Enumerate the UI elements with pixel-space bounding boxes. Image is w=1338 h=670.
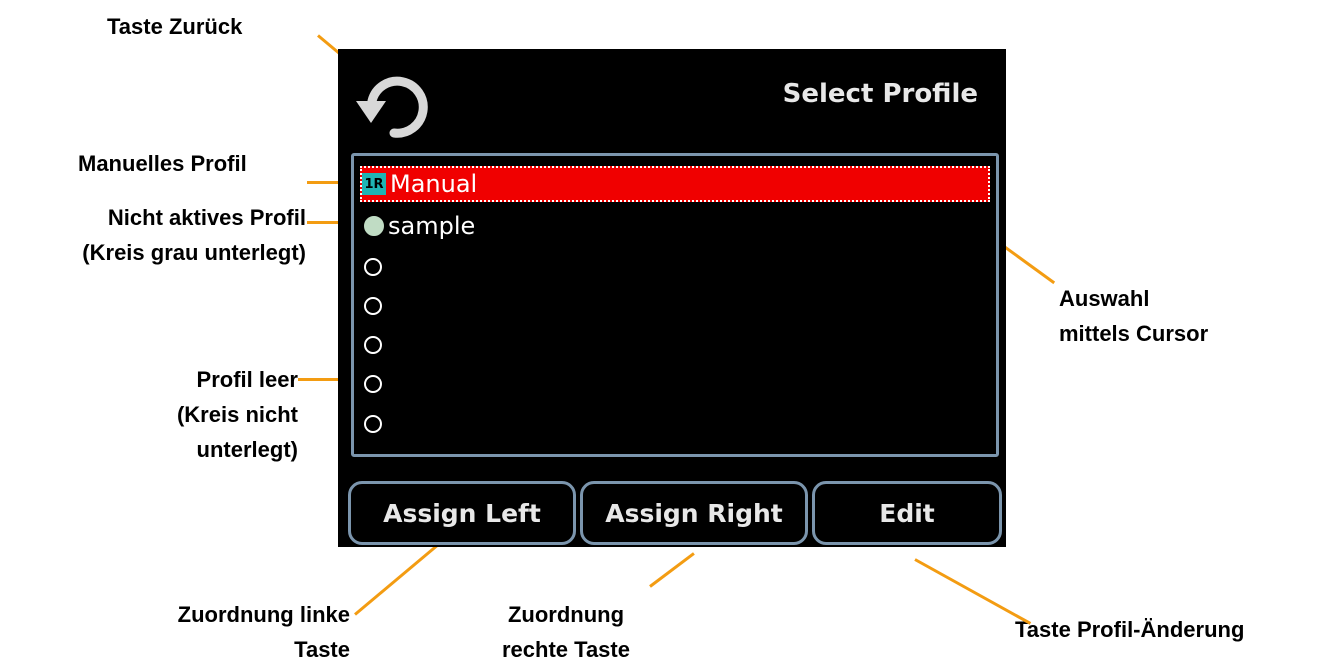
- callout-assign-left-line2: Taste: [294, 637, 350, 662]
- callout-assign-right: Zuordnung rechte Taste: [460, 597, 672, 667]
- callout-inactive: Nicht aktives Profil (Kreis grau unterle…: [8, 200, 306, 270]
- profile-row-sample[interactable]: sample: [360, 208, 990, 244]
- assign-left-button[interactable]: Assign Left: [348, 481, 576, 545]
- profile-label: sample: [388, 212, 476, 240]
- leader-assign-left: [354, 542, 441, 616]
- profile-row-empty[interactable]: [360, 327, 990, 363]
- leader-edit: [914, 558, 1032, 625]
- profile-row-empty[interactable]: [360, 406, 990, 442]
- profile-row-empty[interactable]: [360, 366, 990, 402]
- profile-row-empty[interactable]: [360, 249, 990, 285]
- profile-list: 1R Manual sample: [351, 153, 999, 457]
- edit-button[interactable]: Edit: [812, 481, 1002, 545]
- empty-profile-circle-icon: [364, 297, 382, 315]
- manual-profile-badge: 1R: [362, 173, 386, 195]
- back-button[interactable]: [350, 67, 430, 147]
- callout-empty-line1: Profil leer: [196, 367, 298, 392]
- empty-profile-circle-icon: [364, 415, 382, 433]
- empty-profile-circle-icon: [364, 375, 382, 393]
- callout-empty-line3: unterlegt): [196, 437, 298, 462]
- callout-empty: Profil leer (Kreis nicht unterlegt): [100, 362, 298, 467]
- empty-profile-circle-icon: [364, 336, 382, 354]
- callout-back: Taste Zurück: [107, 14, 243, 39]
- callout-edit: Taste Profil-Änderung: [1015, 617, 1245, 642]
- callout-cursor: Auswahl mittels Cursor: [1059, 281, 1208, 351]
- callout-inactive-line1: Nicht aktives Profil: [107, 205, 306, 230]
- callout-empty-line2: (Kreis nicht: [176, 402, 298, 427]
- undo-arrow-icon: [356, 76, 428, 138]
- callout-manual: Manuelles Profil: [78, 151, 247, 176]
- callout-assign-left-line1: Zuordnung linke: [177, 602, 350, 627]
- callout-cursor-line2: mittels Cursor: [1059, 321, 1209, 346]
- callout-assign-right-line1: Zuordnung: [507, 602, 625, 627]
- callout-assign-left: Zuordnung linke Taste: [100, 597, 350, 667]
- empty-profile-circle-icon: [364, 258, 382, 276]
- callout-inactive-line2: (Kreis grau unterlegt): [82, 240, 306, 265]
- profile-row-empty[interactable]: [360, 288, 990, 324]
- assign-right-button[interactable]: Assign Right: [580, 481, 808, 545]
- screen-title: Select Profile: [782, 79, 978, 109]
- device-screen: Select Profile 1R Manual sample Assign L…: [338, 49, 1006, 547]
- profile-row-manual[interactable]: 1R Manual: [360, 166, 990, 202]
- inactive-profile-circle-icon: [364, 216, 384, 236]
- callout-assign-right-line2: rechte Taste: [502, 637, 630, 662]
- callout-cursor-line1: Auswahl: [1059, 286, 1150, 311]
- profile-label: Manual: [390, 170, 478, 198]
- leader-assign-right: [649, 552, 695, 588]
